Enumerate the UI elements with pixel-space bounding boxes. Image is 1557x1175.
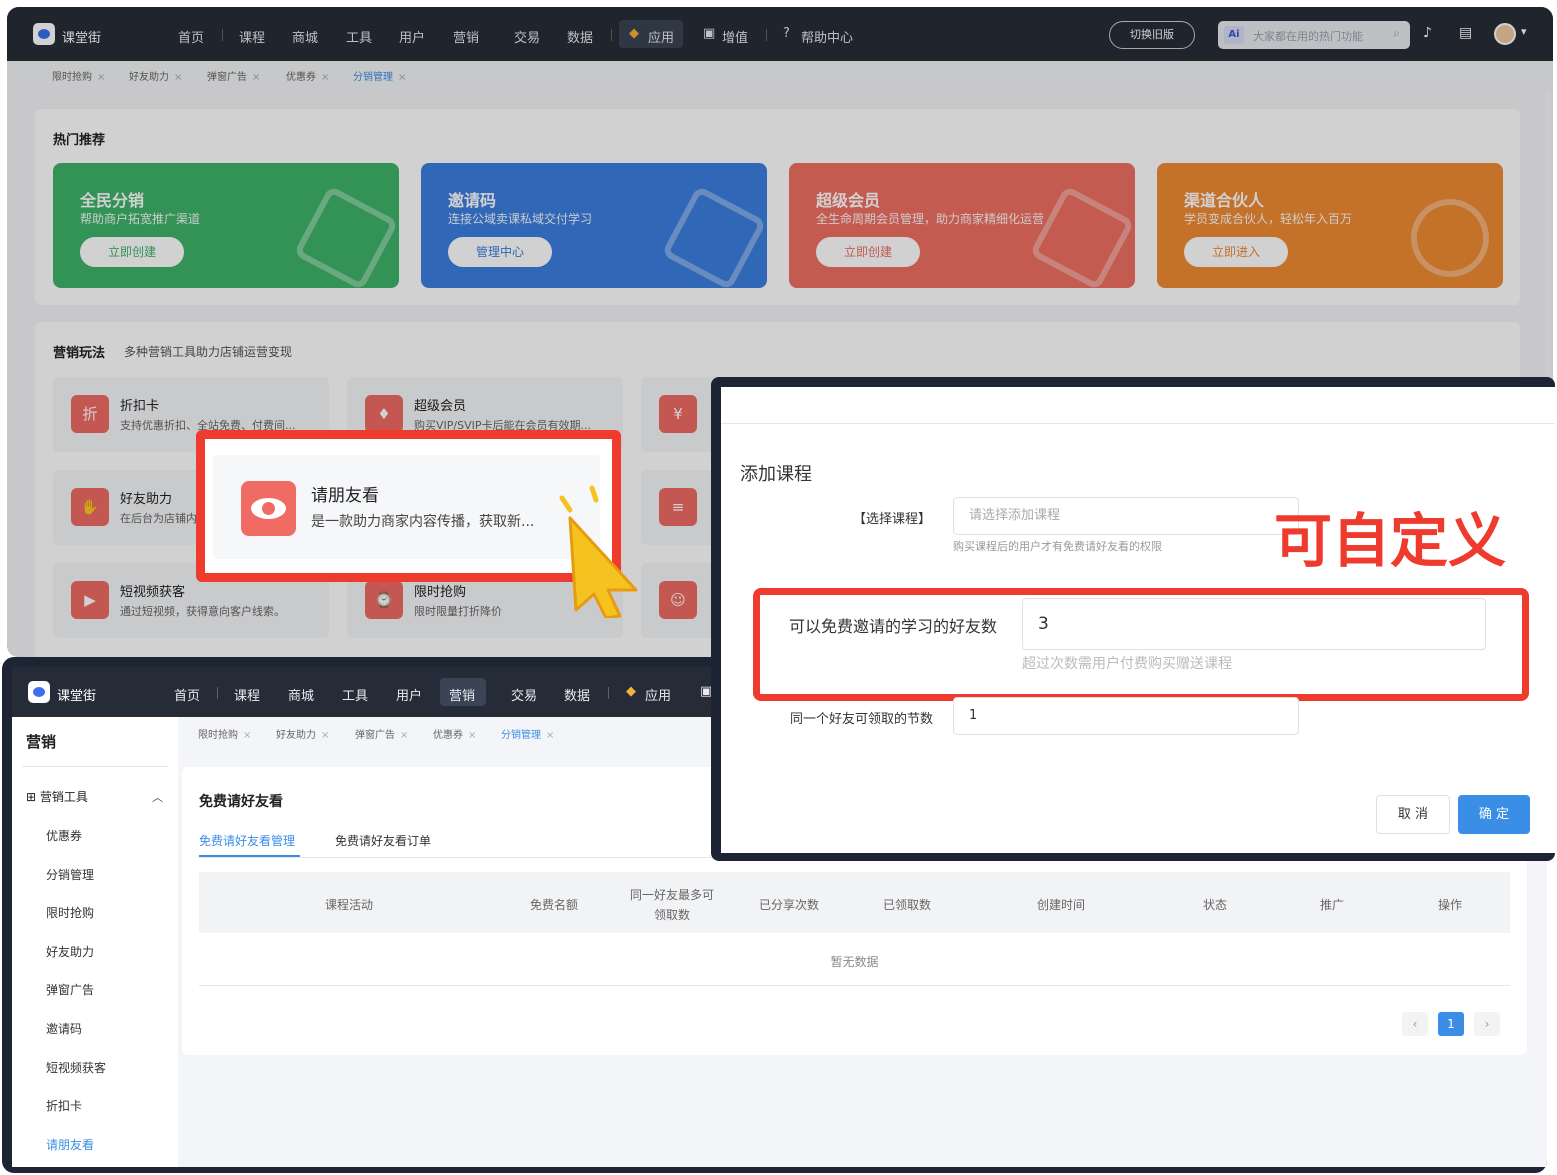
table-header: 课程活动 免费名额 同一好友最多可 领取数 已分享次数 已领取数 创建时间 状态…	[199, 872, 1510, 933]
page-1-button[interactable]: 1	[1438, 1012, 1464, 1036]
sidebar-item-invite-code[interactable]: 邀请码	[46, 1020, 82, 1037]
modal-title: 添加课程	[740, 464, 812, 485]
sections-input[interactable]: 1	[953, 697, 1299, 735]
nav-home[interactable]: 首页	[174, 685, 200, 704]
col-actions: 操作	[1437, 898, 1462, 912]
close-icon: ×	[400, 730, 409, 741]
close-icon: ×	[468, 730, 477, 741]
sidebar-item-popup-ad[interactable]: 弹窗广告	[46, 981, 94, 998]
customizable-label: 可自定义	[1274, 507, 1507, 575]
tab-flash-sale[interactable]: 限时抢购 ×	[198, 726, 251, 741]
eye-icon	[241, 481, 296, 536]
invite-count-input[interactable]: 3	[1022, 598, 1486, 650]
chevron-up-icon[interactable]: ︿	[152, 789, 163, 805]
course-label: 【选择课程】	[852, 512, 931, 527]
sidebar-divider	[22, 766, 168, 767]
highlight-title: 请朋友看	[311, 486, 379, 506]
close-icon: ×	[546, 730, 555, 741]
tab-orders[interactable]: 免费请好友看订单	[335, 832, 431, 849]
sidebar-item-coupon[interactable]: 优惠券	[46, 827, 82, 844]
nav-course[interactable]: 课程	[234, 685, 260, 704]
nav-users[interactable]: 用户	[396, 685, 422, 704]
cube-icon: ◆	[626, 684, 636, 699]
close-icon: ×	[321, 730, 330, 741]
sections-label: 同一个好友可领取的节数	[789, 712, 933, 727]
sidebar-group-tools[interactable]: ⊞ 营销工具	[26, 788, 88, 805]
highlight-desc: 是一款助力商家内容传播，获取新...	[311, 514, 535, 530]
prev-page-button[interactable]: ‹	[1402, 1012, 1428, 1036]
sidebar-item-short-video[interactable]: 短视频获客	[46, 1059, 106, 1076]
tab-manage[interactable]: 免费请好友看管理	[199, 832, 295, 849]
col-max-per-friend: 同一好友最多可	[629, 888, 714, 902]
modal-header-line	[721, 423, 1555, 424]
course-help: 购买课程后的用户才有免费请好友看的权限	[953, 540, 1162, 553]
nav-tools[interactable]: 工具	[342, 685, 368, 704]
table-bottom-line	[199, 985, 1510, 986]
tab-coupon[interactable]: 优惠券 ×	[433, 726, 476, 741]
col-max-per-friend-2: 领取数	[653, 908, 690, 922]
nav-mall[interactable]: 商城	[288, 685, 314, 704]
col-created-time: 创建时间	[1036, 898, 1085, 912]
sidebar-item-flash-sale[interactable]: 限时抢购	[46, 904, 94, 921]
cursor-icon	[559, 485, 638, 618]
sidebar: 营销 ⊞ 营销工具 ︿ 优惠券 分销管理 限时抢购 好友助力 弹窗广告 邀请码 …	[12, 717, 178, 1167]
invite-count-label: 可以免费邀请的学习的好友数	[788, 617, 997, 636]
col-free-quota: 免费名额	[529, 898, 578, 912]
sidebar-item-friend-help[interactable]: 好友助力	[46, 943, 94, 960]
nav-trade[interactable]: 交易	[511, 685, 537, 704]
sidebar-item-invite-friends[interactable]: 请朋友看	[46, 1136, 94, 1153]
col-status: 状态	[1202, 898, 1227, 912]
nav-app[interactable]: 应用	[645, 685, 671, 704]
col-claimed: 已领取数	[882, 898, 931, 912]
col-course-activity: 课程活动	[324, 898, 373, 912]
gift-icon: ⊞	[26, 790, 37, 804]
nav-marketing[interactable]: 营销	[449, 685, 475, 704]
sidebar-item-distribution[interactable]: 分销管理	[46, 866, 94, 883]
confirm-button[interactable]: 确 定	[1458, 795, 1530, 834]
close-icon: ×	[243, 730, 252, 741]
tab-friend-help[interactable]: 好友助力 ×	[276, 726, 329, 741]
brand-name: 课堂街	[57, 689, 97, 704]
empty-state: 暂无数据	[830, 955, 879, 969]
col-promote: 推广	[1319, 898, 1344, 912]
col-share-count: 已分享次数	[758, 898, 819, 912]
tab-popup-ad[interactable]: 弹窗广告 ×	[355, 726, 408, 741]
nav-separator	[217, 687, 218, 699]
nav-separator	[608, 687, 609, 699]
modal-frame: 添加课程 【选择课程】 请选择添加课程 购买课程后的用户才有免费请好友看的权限 …	[711, 377, 1555, 861]
invite-count-help: 超过次数需用户付费购买赠送课程	[1022, 656, 1232, 672]
panel-title: 免费请好友看	[199, 794, 283, 810]
sidebar-title: 营销	[26, 733, 57, 751]
sidebar-item-discount-card[interactable]: 折扣卡	[46, 1097, 82, 1114]
nav-data[interactable]: 数据	[564, 685, 590, 704]
logo-icon	[28, 681, 50, 703]
add-course-modal: 添加课程 【选择课程】 请选择添加课程 购买课程后的用户才有免费请好友看的权限 …	[721, 387, 1555, 853]
tool-invite-friends[interactable]: 请朋友看 是一款助力商家内容传播，获取新...	[213, 455, 600, 559]
tab-distribution[interactable]: 分销管理 ×	[501, 726, 554, 741]
next-page-button[interactable]: ›	[1474, 1012, 1500, 1036]
course-select[interactable]: 请选择添加课程	[953, 497, 1299, 535]
cancel-button[interactable]: 取 消	[1376, 795, 1450, 834]
